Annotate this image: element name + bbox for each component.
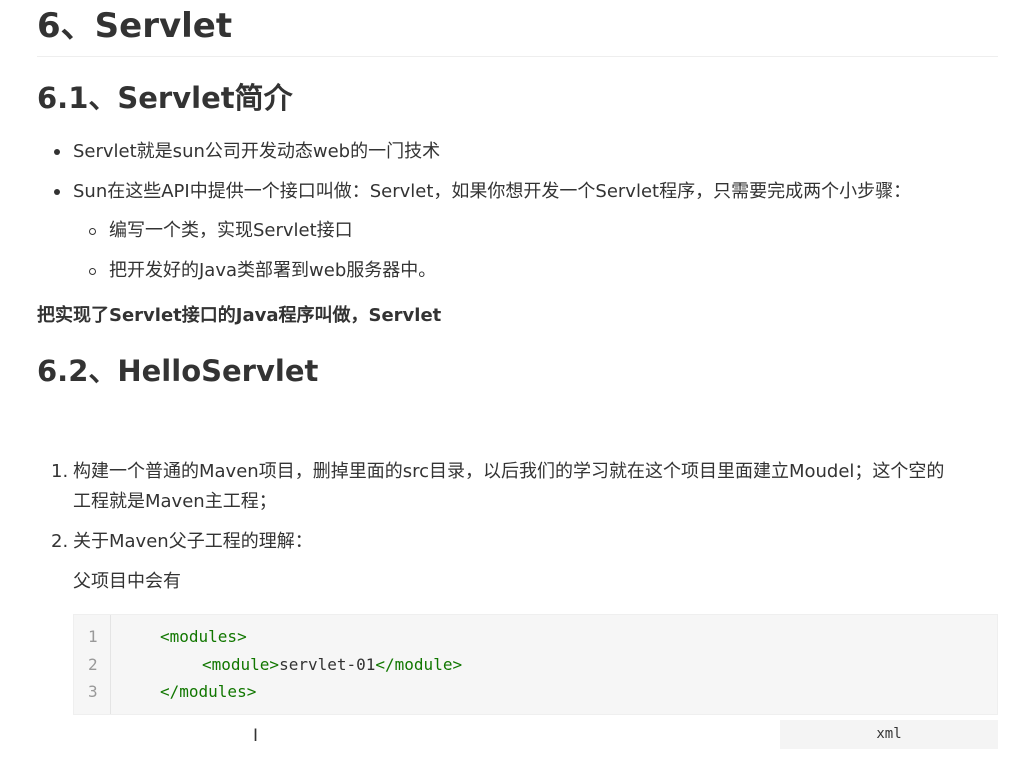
intro-bullet-1: Servlet就是sun公司开发动态web的一门技术 [73, 141, 441, 162]
code-text: servlet-01 [279, 655, 376, 674]
section-heading-hello: 6.2、HelloServlet [37, 354, 319, 388]
intro-bullet-2: Sun在这些API中提供一个接口叫做：Servlet，如果你想开发一个Servl… [73, 181, 912, 202]
line-number: 2 [88, 655, 98, 674]
code-tag: <module> [202, 655, 280, 674]
bold-note: 把实现了Servlet接口的Java程序叫做，Servlet [37, 305, 442, 326]
step-1-line-2: 工程就是Maven主工程； [73, 491, 277, 512]
page-title: 6、Servlet [37, 6, 233, 46]
title-divider [37, 56, 998, 57]
code-tag: <modules> [160, 627, 247, 646]
bullet-dot [54, 149, 60, 155]
text-cursor-icon: I [253, 726, 259, 746]
section-heading-intro: 6.1、Servlet简介 [37, 81, 293, 115]
line-number: 3 [88, 682, 98, 701]
step-number: 1. [51, 461, 69, 482]
step-number: 2. [51, 531, 69, 552]
sub-bullet-1: 编写一个类，实现Servlet接口 [109, 220, 353, 241]
sub-bullet-2: 把开发好的Java类部署到web服务器中。 [109, 260, 437, 281]
code-block[interactable]: 1 2 3 <modules> <module>servlet-01</modu… [73, 614, 998, 715]
line-number: 1 [88, 627, 98, 646]
line-number-gutter: 1 2 3 [74, 615, 111, 714]
step-1-line-1: 构建一个普通的Maven项目，删掉里面的src目录，以后我们的学习就在这个项目里… [73, 461, 945, 482]
code-line: </modules> [160, 682, 256, 701]
parent-note: 父项目中会有 [73, 571, 181, 592]
bullet-dot [54, 189, 60, 195]
sub-bullet-circle [89, 268, 96, 275]
code-tag: </module> [375, 655, 463, 674]
sub-bullet-circle [89, 228, 96, 235]
step-2-line-1: 关于Maven父子工程的理解： [73, 531, 313, 552]
code-line: <modules> [160, 627, 247, 646]
code-tag: </modules> [160, 682, 257, 701]
code-line: <module>servlet-01</module> [202, 655, 462, 674]
code-language-select[interactable]: xml [780, 720, 998, 749]
